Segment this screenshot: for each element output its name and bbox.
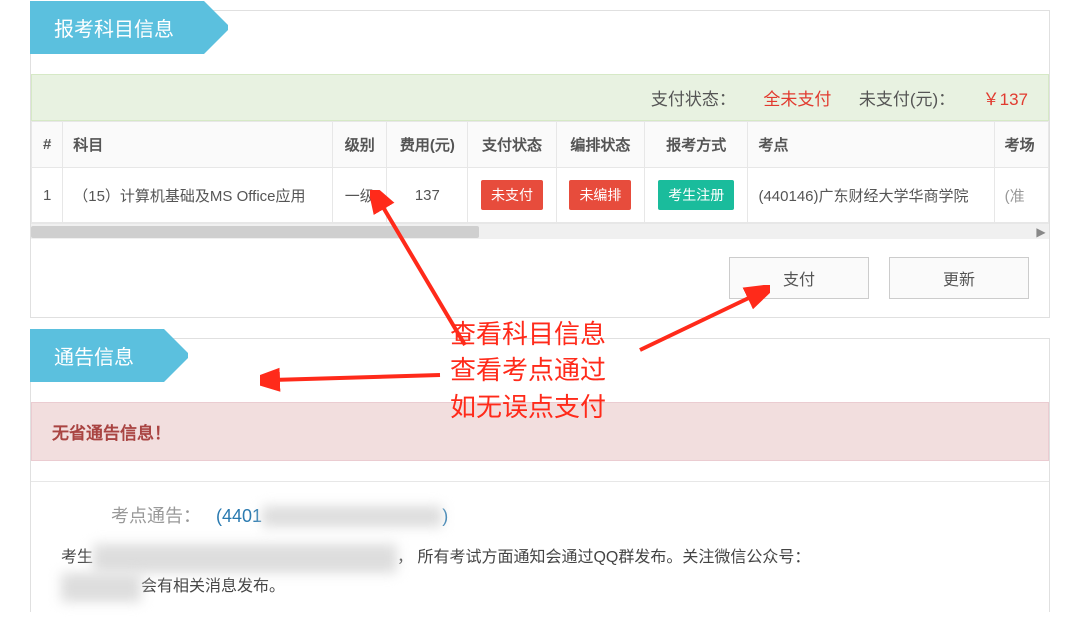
notice-panel: 通告信息 无省通告信息！ 考点通告： (44010000000000000000… xyxy=(30,338,1050,612)
subject-info-panel: 报考科目信息 支付状态： 全未支付 未支付(元)： ￥137 # 科目 级别 费… xyxy=(30,10,1050,318)
td-subject: （15）计算机基础及MS Office应用 xyxy=(63,168,333,223)
site-notice-header: 考点通告： (4401000000000000000000) xyxy=(31,482,1049,538)
status-label: 支付状态： xyxy=(651,90,736,109)
td-level: 一级 xyxy=(333,168,387,223)
th-index: # xyxy=(32,122,63,168)
th-paystate: 支付状态 xyxy=(468,122,556,168)
th-method: 报考方式 xyxy=(645,122,748,168)
no-province-notice-alert: 无省通告信息！ xyxy=(31,402,1049,461)
panel-title: 通告信息 xyxy=(30,329,164,382)
refresh-button[interactable]: 更新 xyxy=(889,257,1029,299)
table-header-row: # 科目 级别 费用(元) 支付状态 编排状态 报考方式 考点 考场 xyxy=(32,122,1049,168)
arrange-state-badge: 未编排 xyxy=(569,180,631,210)
notice-body-mid: ， 所有考试方面通知会通过QQ群发布。关注微信公众号： xyxy=(397,549,810,566)
payment-status-bar: 支付状态： 全未支付 未支付(元)： ￥137 xyxy=(31,74,1049,121)
panel-title: 报考科目信息 xyxy=(30,1,204,54)
register-method-badge: 考生注册 xyxy=(658,180,734,210)
td-paystate: 未支付 xyxy=(468,168,556,223)
notice-body-prefix: 考生 xyxy=(61,549,93,566)
action-button-row: 支付 更新 xyxy=(31,239,1049,307)
alert-text: 无省通告信息！ xyxy=(52,424,171,443)
site-notice-label: 考点通告： xyxy=(111,506,201,526)
panel-title-text: 通告信息 xyxy=(54,347,134,369)
pay-state-badge: 未支付 xyxy=(481,180,543,210)
td-index: 1 xyxy=(32,168,63,223)
th-subject: 科目 xyxy=(63,122,333,168)
unpaid-label: 未支付(元)： xyxy=(859,90,955,109)
td-arrangestate: 未编排 xyxy=(556,168,644,223)
th-arrangestate: 编排状态 xyxy=(556,122,644,168)
notice-body-suffix: 会有相关消息发布。 xyxy=(141,578,285,595)
subject-table-wrap: # 科目 级别 费用(元) 支付状态 编排状态 报考方式 考点 考场 1 （15… xyxy=(31,121,1049,223)
subject-table: # 科目 级别 费用(元) 支付状态 编排状态 报考方式 考点 考场 1 （15… xyxy=(31,121,1049,223)
th-extra: 考场 xyxy=(994,122,1048,168)
redacted-segment: xxxxxxxxxxxxxxxxxxxxxxxxxxxxxxxxxxxxxx xyxy=(93,544,397,573)
redacted-segment: xxxxxxxxxx xyxy=(61,573,141,602)
td-fee: 137 xyxy=(387,168,468,223)
td-method: 考生注册 xyxy=(645,168,748,223)
panel-title-text: 报考科目信息 xyxy=(54,19,174,41)
td-site: (440146)广东财经大学华商学院 xyxy=(748,168,994,223)
pay-button[interactable]: 支付 xyxy=(729,257,869,299)
scroll-right-icon[interactable]: ▶ xyxy=(1033,224,1049,239)
scrollbar-thumb[interactable] xyxy=(31,226,479,238)
unpaid-amount: ￥137 xyxy=(983,90,1028,109)
horizontal-scrollbar[interactable]: ◀ ▶ xyxy=(31,223,1049,239)
status-value: 全未支付 xyxy=(763,90,831,109)
site-notice-body: 考生xxxxxxxxxxxxxxxxxxxxxxxxxxxxxxxxxxxxxx… xyxy=(31,538,1049,612)
th-site: 考点 xyxy=(748,122,994,168)
table-row: 1 （15）计算机基础及MS Office应用 一级 137 未支付 未编排 考… xyxy=(32,168,1049,223)
th-level: 级别 xyxy=(333,122,387,168)
th-fee: 费用(元) xyxy=(387,122,468,168)
td-extra: (准 xyxy=(994,168,1048,223)
site-notice-code: (4401000000000000000000) xyxy=(216,506,448,526)
